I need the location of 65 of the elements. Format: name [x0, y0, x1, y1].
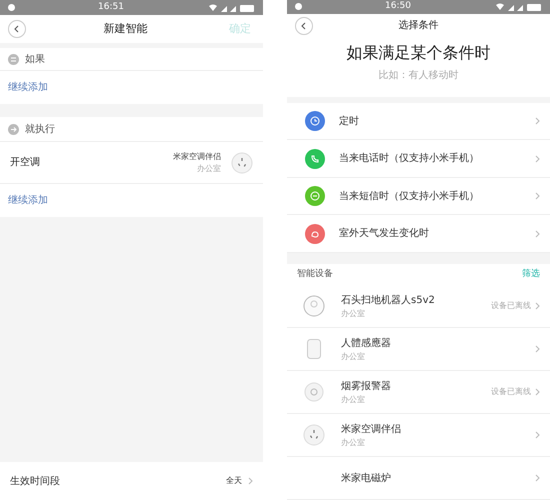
chevron-right-icon	[535, 230, 540, 238]
section-label: 如果	[25, 52, 45, 66]
chevron-right-icon	[535, 474, 540, 482]
device-row[interactable]: 米家空调伴侣 办公室	[287, 414, 550, 457]
signal-wifi-battery-icon	[207, 4, 255, 12]
condition-row[interactable]: 定时	[287, 102, 550, 140]
device-row[interactable]: 石头扫地机器人s5v2 办公室 设备已离线	[287, 285, 550, 328]
time-period-row[interactable]: 生效时间段 全天	[0, 462, 263, 500]
notification-icon	[295, 3, 302, 10]
device-name: 石头扫地机器人s5v2	[341, 294, 436, 308]
status-time: 16:50	[385, 0, 411, 13]
condition-label: 定时	[339, 114, 360, 129]
page-title: 选择条件	[398, 18, 438, 34]
signal-wifi-battery-icon	[494, 2, 542, 11]
add-more-link[interactable]: 继续添加	[0, 71, 263, 104]
back-button[interactable]	[295, 16, 313, 35]
back-button[interactable]	[8, 20, 26, 38]
chevron-right-icon	[248, 477, 253, 485]
list-icon	[8, 54, 19, 64]
plug-icon	[303, 424, 325, 446]
plug-icon	[231, 152, 253, 174]
chevron-right-icon	[535, 117, 540, 126]
subheading: 比如：有人移动时	[378, 68, 458, 84]
chevron-right-icon	[535, 192, 540, 200]
device-name: 米家空调伴侣	[173, 150, 221, 162]
condition-row[interactable]: 当来短信时（仅支持小米手机）	[287, 178, 550, 216]
row-value: 全天	[226, 475, 242, 487]
chevron-right-icon	[535, 388, 540, 396]
action-name: 开空调	[10, 156, 41, 170]
device-room: 办公室	[197, 162, 221, 174]
condition-row[interactable]: 室外天气发生变化时	[287, 215, 550, 253]
device-room: 办公室	[341, 436, 366, 448]
status-time: 16:51	[98, 0, 124, 14]
device-status: 设备已离线	[491, 300, 531, 312]
condition-label: 当来短信时（仅支持小米手机）	[339, 190, 480, 204]
section-label: 就执行	[25, 122, 55, 136]
chevron-right-icon	[535, 302, 540, 310]
robot-vacuum-icon	[303, 295, 325, 317]
condition-row[interactable]: 当来电话时（仅支持小米手机）	[287, 140, 550, 178]
device-room: 办公室	[341, 394, 366, 406]
sensor-icon	[307, 339, 321, 359]
chevron-right-icon	[535, 345, 540, 353]
row-label: 生效时间段	[10, 474, 61, 488]
device-name: 米家电磁炉	[341, 472, 392, 486]
device-name: 米家空调伴侣	[341, 422, 402, 436]
device-room: 办公室	[341, 308, 366, 320]
action-row[interactable]: 开空调 米家空调伴侣 办公室	[0, 142, 263, 184]
device-row[interactable]: 人體感應器 办公室	[287, 328, 550, 371]
chevron-right-icon	[535, 431, 540, 439]
section-title: 智能设备	[297, 268, 333, 281]
notification-icon	[8, 4, 15, 11]
heading: 如果满足某个条件时	[346, 42, 490, 64]
device-row[interactable]: 米家电磁炉	[287, 457, 550, 500]
page-title: 新建智能	[104, 20, 148, 37]
chevron-right-icon	[535, 154, 540, 163]
add-more-link[interactable]: 继续添加	[0, 184, 263, 217]
device-room: 办公室	[341, 350, 366, 362]
device-status: 设备已离线	[491, 386, 531, 398]
device-name: 人體感應器	[341, 336, 392, 350]
condition-label: 当来电话时（仅支持小米手机）	[339, 152, 480, 166]
device-name: 烟雾报警器	[341, 380, 392, 394]
device-row[interactable]: 烟雾报警器 办公室 设备已离线	[287, 371, 550, 414]
arrow-icon	[8, 124, 19, 134]
condition-label: 室外天气发生变化时	[339, 226, 430, 242]
smoke-detector-icon	[304, 382, 324, 402]
